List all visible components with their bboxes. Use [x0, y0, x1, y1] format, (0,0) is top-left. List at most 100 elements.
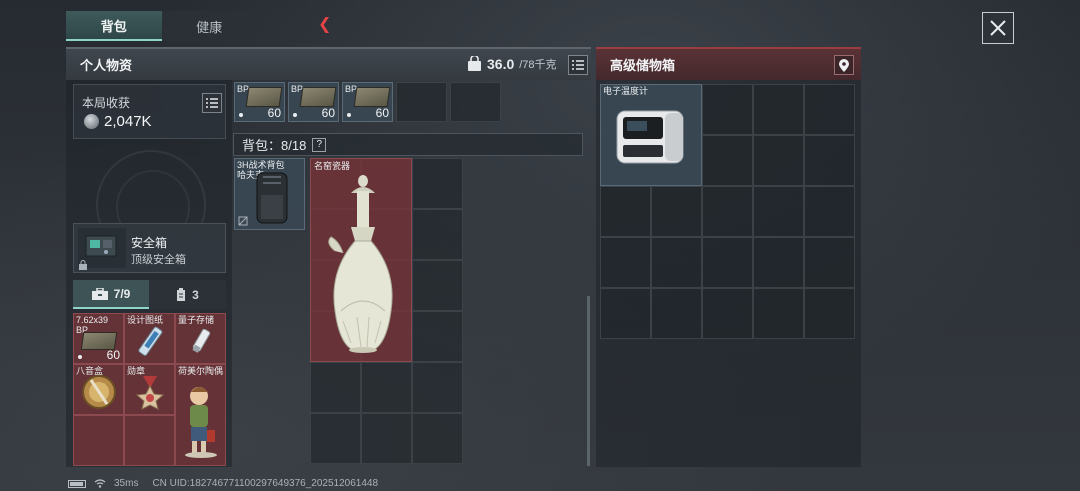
storage-slot[interactable]: [804, 288, 855, 339]
backpack-slot[interactable]: [361, 413, 412, 464]
item-dot: [293, 113, 297, 117]
empty-slot[interactable]: [396, 82, 447, 122]
ammo-box-icon: [353, 87, 391, 107]
backpack-slot[interactable]: [412, 311, 463, 362]
secure-item-medal[interactable]: 勋章: [124, 364, 175, 415]
storage-slot[interactable]: [804, 237, 855, 288]
item-dot: [78, 355, 82, 359]
backpack-slot[interactable]: [412, 209, 463, 260]
secure-empty-slot[interactable]: [73, 415, 124, 466]
personal-list-button[interactable]: [568, 55, 588, 75]
storage-slot[interactable]: [804, 186, 855, 237]
storage-slot[interactable]: [651, 288, 702, 339]
secure-item-hummel-figurine[interactable]: 荷美尔陶偶: [175, 364, 226, 466]
round-earnings-card: 本局收获 2,047K: [73, 84, 226, 139]
storage-location-button[interactable]: [834, 55, 854, 75]
storage-slot[interactable]: [753, 288, 804, 339]
storage-slot[interactable]: [651, 186, 702, 237]
storage-slot[interactable]: [651, 237, 702, 288]
ammo-slot[interactable]: BP 60: [234, 82, 285, 122]
lock-icon: [79, 260, 87, 270]
collapse-arrow-icon[interactable]: ❮: [318, 14, 331, 34]
celadon-vase-icon: [328, 175, 393, 353]
thermometer-device-icon: [616, 110, 684, 164]
empty-slot[interactable]: [450, 82, 501, 122]
top-tabs: 背包 健康: [66, 11, 257, 41]
secure-item-quantum-storage[interactable]: 量子存储: [175, 313, 226, 364]
status-bar: 35ms CN UID:1827467711002976493​76_20251…: [68, 476, 378, 491]
list-icon: [206, 98, 218, 108]
storage-slot[interactable]: [804, 84, 855, 135]
backpack-capacity-header: 背包：8/18 ?: [233, 133, 583, 156]
item-label: 荷美尔陶偶: [178, 366, 224, 376]
backpack-slot[interactable]: [310, 362, 361, 413]
secure-empty-slot[interactable]: [124, 415, 175, 466]
list-icon: [572, 60, 584, 70]
secure-case-count: 7/9: [113, 286, 131, 301]
storage-slot[interactable]: [600, 288, 651, 339]
ammo-box-icon: [299, 87, 337, 107]
no-insurance-icon: [238, 216, 248, 226]
backpack-scrollbar[interactable]: [587, 296, 590, 466]
porcelain-figurine-icon: [184, 387, 217, 458]
storage-slot[interactable]: [804, 135, 855, 186]
ammo-slot[interactable]: BP 60: [342, 82, 393, 122]
backpack-slot[interactable]: [412, 158, 463, 209]
item-count: 60: [375, 106, 389, 120]
tab-health[interactable]: 健康: [161, 11, 257, 41]
storage-slot[interactable]: [702, 288, 753, 339]
storage-slot[interactable]: [753, 135, 804, 186]
safe-box-type: 顶级安全箱: [131, 254, 186, 266]
storage-slot[interactable]: [702, 135, 753, 186]
digital-thermometer-item[interactable]: 电子温度计: [600, 84, 702, 186]
backpack-slot[interactable]: [361, 362, 412, 413]
backpack-help-button[interactable]: ?: [312, 137, 327, 152]
tab-backpack[interactable]: 背包: [66, 11, 162, 41]
earnings-label: 本局收获: [82, 96, 131, 110]
chest-rig-slots: BP 60 BP 60 BP 60: [234, 82, 501, 122]
weight-icon: [468, 56, 481, 71]
backpack-slot[interactable]: [412, 413, 463, 464]
personal-items-title: 个人物资: [80, 58, 133, 73]
personal-items-header: 个人物资 36.0 /78千克: [66, 47, 591, 80]
battery-icon: [68, 479, 86, 488]
backpack-slot[interactable]: [412, 260, 463, 311]
card-pouch-icon: [177, 288, 186, 301]
secure-item-ammo[interactable]: 7.62x39 BP 60: [73, 313, 124, 364]
toolbox-icon: [91, 287, 108, 300]
secure-item-blueprint[interactable]: 设计图纸: [124, 313, 175, 364]
storage-slot[interactable]: [753, 84, 804, 135]
storage-title: 高级储物箱: [610, 58, 676, 73]
storage-slot[interactable]: [753, 237, 804, 288]
storage-slot[interactable]: [753, 186, 804, 237]
music-box-icon: [81, 374, 116, 409]
equipped-backpack[interactable]: 3H战术背包 哈夫克: [234, 158, 305, 230]
secure-pouch-count: 3: [192, 287, 199, 302]
tab-secure-pouch[interactable]: 3: [149, 280, 226, 309]
item-count: 60: [267, 106, 281, 120]
safe-box-slot[interactable]: 安全箱 顶级安全箱: [73, 223, 226, 273]
secure-case-grid: 7.62x39 BP 60 设计图纸 量子存储 八音盒 勋章 荷美尔陶偶: [73, 313, 226, 466]
blueprint-tube-icon: [137, 326, 162, 356]
secure-item-music-box[interactable]: 八音盒: [73, 364, 124, 415]
weight-max: /78千克: [519, 59, 557, 71]
medal-icon: [135, 375, 164, 410]
close-icon: [990, 20, 1006, 36]
safe-box-name: 安全箱: [131, 236, 168, 250]
storage-slot[interactable]: [600, 186, 651, 237]
item-dot: [347, 113, 351, 117]
close-button[interactable]: [982, 12, 1014, 44]
backpack-slot[interactable]: [310, 413, 361, 464]
storage-slot[interactable]: [600, 237, 651, 288]
storage-slot[interactable]: [702, 84, 753, 135]
storage-slot[interactable]: [702, 237, 753, 288]
ammo-slot[interactable]: BP 60: [288, 82, 339, 122]
item-label: 电子温度计: [603, 86, 649, 96]
earnings-list-button[interactable]: [202, 93, 222, 113]
storage-slot[interactable]: [702, 186, 753, 237]
tab-secure-case[interactable]: 7/9: [73, 280, 149, 309]
item-label: 名窑瓷器: [314, 161, 351, 171]
wifi-icon: [94, 479, 106, 488]
backpack-slot[interactable]: [412, 362, 463, 413]
porcelain-vase-item[interactable]: 名窑瓷器: [310, 158, 412, 362]
